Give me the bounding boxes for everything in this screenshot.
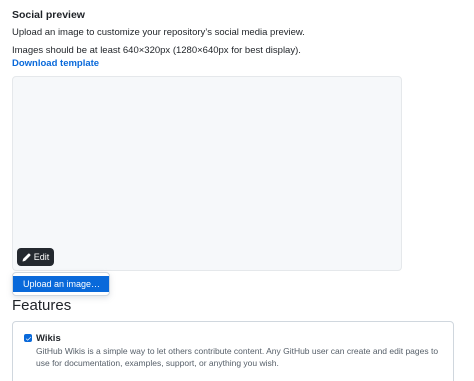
social-preview-image-area [12, 76, 402, 271]
edit-button[interactable]: Edit [17, 248, 54, 266]
wikis-label: Wikis [36, 333, 61, 344]
social-preview-description: Upload an image to customize your reposi… [12, 27, 305, 38]
wikis-checkbox[interactable] [24, 334, 32, 342]
features-heading: Features [12, 297, 72, 314]
pencil-icon [22, 253, 31, 262]
wikis-description: GitHub Wikis is a simple way to let othe… [36, 346, 439, 368]
features-box: Wikis GitHub Wikis is a simple way to le… [12, 321, 454, 381]
social-preview-title: Social preview [12, 9, 85, 21]
checkmark-icon [25, 336, 31, 341]
download-template-link[interactable]: Download template [12, 58, 99, 69]
social-preview-hint: Images should be at least 640×320px (128… [12, 45, 301, 56]
edit-button-label: Edit [33, 252, 50, 262]
settings-page: Social preview Upload an image to custom… [0, 0, 474, 381]
edit-dropdown-menu: Upload an image… [12, 272, 110, 296]
upload-image-menu-item[interactable]: Upload an image… [13, 276, 109, 292]
